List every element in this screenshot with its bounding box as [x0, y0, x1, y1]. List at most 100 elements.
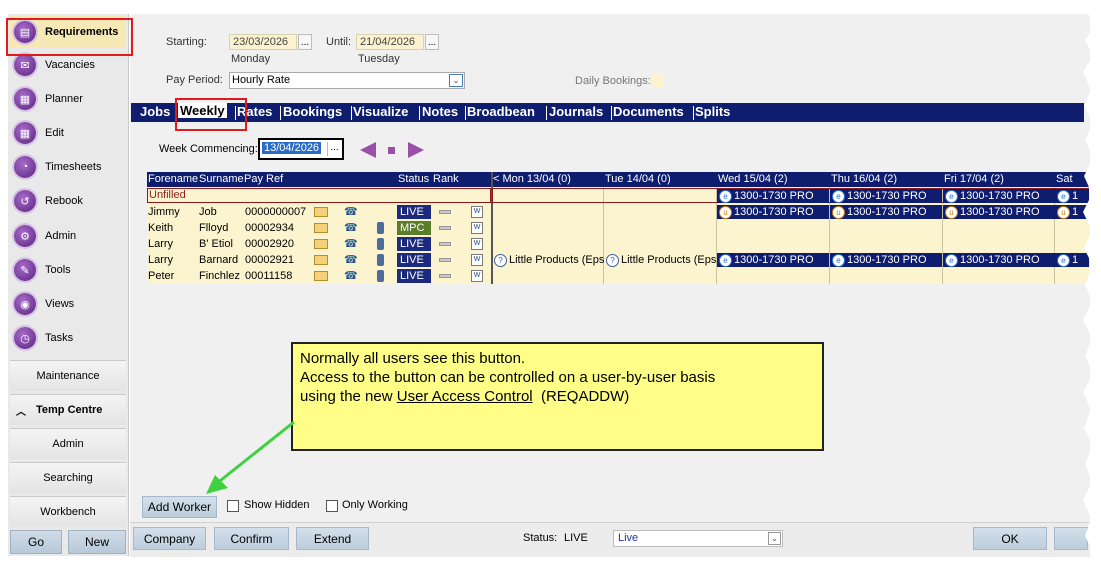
table-row[interactable]: Larry B' Etiol 00002920 ☎ LIVE W	[147, 236, 1089, 252]
user-access-control-link[interactable]: User Access Control	[397, 388, 533, 405]
add-worker-button[interactable]: Add Worker	[142, 496, 217, 518]
next-week-arrow-icon[interactable]	[408, 142, 424, 158]
sidebar-maintenance-button[interactable]: Maintenance	[10, 360, 126, 391]
unconfirmed-booking-icon: u	[945, 205, 958, 219]
week-date-picker-button[interactable]: ...	[327, 142, 341, 156]
table-row-unfilled[interactable]: Unfilled e 1300-1730 PRO e 1300-1730 PRO e…	[147, 188, 1089, 204]
tab-bookings[interactable]: Bookings	[283, 104, 342, 119]
table-row[interactable]: Larry Barnard 00002921 ☎ LIVE W ? Little …	[147, 252, 1089, 268]
document-icon[interactable]: W	[471, 254, 483, 266]
starting-date-field[interactable]: 23/03/2026	[229, 34, 297, 50]
shift-cell-fri[interactable]: e 1300-1730 PRO	[943, 253, 1055, 267]
sidebar-item-views[interactable]: ◉ Views	[10, 288, 126, 320]
column-forename[interactable]: Forename	[148, 173, 198, 185]
until-date-picker-button[interactable]: ...	[425, 34, 439, 50]
product-cell-tue[interactable]: ? Little Products (Epso	[604, 253, 716, 267]
email-icon[interactable]	[314, 271, 328, 281]
sidebar-item-edit[interactable]: ▦ Edit	[10, 117, 126, 149]
column-day-mon[interactable]: < Mon 13/04 (0)	[493, 173, 571, 185]
phone-icon[interactable]: ☎	[344, 270, 358, 282]
column-day-wed[interactable]: Wed 15/04 (2)	[718, 173, 788, 185]
until-date-field[interactable]: 21/04/2026	[356, 34, 424, 50]
pay-period-select[interactable]: Hourly Rate ⌄	[229, 72, 465, 89]
document-icon[interactable]: W	[471, 270, 483, 282]
chevron-up-icon: ︿	[16, 406, 26, 418]
views-icon: ◉	[14, 293, 36, 315]
sidebar-item-tools[interactable]: ✎ Tools	[10, 254, 126, 286]
sidebar-item-timesheets[interactable]: ◔ Timesheets	[10, 151, 126, 183]
company-button[interactable]: Company	[133, 527, 206, 550]
phone-icon[interactable]: ☎	[344, 254, 358, 266]
column-rank[interactable]: Rank	[433, 173, 459, 185]
new-button[interactable]: New	[68, 530, 126, 554]
email-icon[interactable]	[314, 223, 328, 233]
sidebar-admin-button[interactable]: Admin	[10, 428, 126, 459]
shift-cell-thu[interactable]: u 1300-1730 PRO	[830, 205, 942, 219]
shift-text: 1300-1730 PRO	[734, 190, 814, 202]
table-row[interactable]: Keith Flloyd 00002934 ☎ MPC W	[147, 220, 1089, 236]
phone-icon[interactable]: ☎	[344, 222, 358, 234]
extend-button[interactable]: Extend	[296, 527, 369, 550]
shift-cell-wed[interactable]: u 1300-1730 PRO	[717, 205, 829, 219]
shift-cell-thu[interactable]: e 1300-1730 PRO	[830, 189, 942, 203]
tab-splits[interactable]: Splits	[695, 104, 730, 119]
sidebar-item-tasks[interactable]: ◷ Tasks	[10, 322, 126, 354]
column-surname[interactable]: Surname	[199, 173, 244, 185]
chevron-down-icon[interactable]: ⌄	[768, 532, 781, 545]
stop-icon[interactable]	[388, 147, 395, 154]
torn-edge-decoration	[1083, 0, 1101, 569]
sidebar-temp-centre-header[interactable]: ︿ Temp Centre	[10, 394, 126, 425]
tab-visualize[interactable]: Visualize	[353, 104, 408, 119]
mobile-icon[interactable]	[377, 238, 384, 250]
shift-cell-fri[interactable]: e 1300-1730 PRO	[943, 189, 1055, 203]
column-day-fri[interactable]: Fri 17/04 (2)	[944, 173, 1004, 185]
column-day-tue[interactable]: Tue 14/04 (0)	[605, 173, 671, 185]
tab-broadbean[interactable]: Broadbean	[467, 104, 535, 119]
table-row[interactable]: Peter Finchlez 00011158 ☎ LIVE W	[147, 268, 1089, 284]
tab-bar: Jobs Weekly Rates Bookings Visualize Not…	[131, 103, 1084, 122]
show-hidden-checkbox[interactable]	[227, 500, 239, 512]
ok-button[interactable]: OK	[973, 527, 1047, 550]
mobile-icon[interactable]	[377, 270, 384, 282]
week-commencing-field[interactable]: 13/04/2026 ...	[258, 138, 344, 160]
mobile-icon[interactable]	[377, 254, 384, 266]
sidebar-item-admin[interactable]: ⚙ Admin	[10, 220, 126, 252]
tab-journals[interactable]: Journals	[549, 104, 603, 119]
document-icon[interactable]: W	[471, 238, 483, 250]
email-icon[interactable]	[314, 255, 328, 265]
shift-cell-thu[interactable]: e 1300-1730 PRO	[830, 253, 942, 267]
only-working-label: Only Working	[342, 499, 408, 511]
mobile-icon[interactable]	[377, 222, 384, 234]
tools-icon: ✎	[14, 259, 36, 281]
sidebar-workbench-button[interactable]: Workbench	[10, 496, 126, 527]
tab-documents[interactable]: Documents	[613, 104, 684, 119]
document-icon[interactable]: W	[471, 222, 483, 234]
sidebar-item-rebook[interactable]: ↺ Rebook	[10, 185, 126, 217]
shift-cell-wed[interactable]: e 1300-1730 PRO	[717, 189, 829, 203]
chevron-down-icon[interactable]: ⌄	[449, 74, 463, 87]
tab-notes[interactable]: Notes	[422, 104, 458, 119]
go-button[interactable]: Go	[10, 530, 62, 554]
starting-date-picker-button[interactable]: ...	[298, 34, 312, 50]
tasks-icon: ◷	[14, 327, 36, 349]
shift-cell-fri[interactable]: u 1300-1730 PRO	[943, 205, 1055, 219]
phone-icon[interactable]: ☎	[344, 206, 358, 218]
previous-week-arrow-icon[interactable]	[360, 142, 376, 158]
email-icon[interactable]	[314, 239, 328, 249]
phone-icon[interactable]: ☎	[344, 238, 358, 250]
column-status[interactable]: Status	[398, 173, 429, 185]
email-icon[interactable]	[314, 207, 328, 217]
unconfirmed-booking-icon: u	[1057, 205, 1070, 219]
tab-jobs[interactable]: Jobs	[140, 104, 170, 119]
sidebar-searching-button[interactable]: Searching	[10, 462, 126, 493]
product-cell-mon[interactable]: ? Little Products (Epso	[492, 253, 604, 267]
confirm-button[interactable]: Confirm	[214, 527, 289, 550]
only-working-checkbox[interactable]	[326, 500, 338, 512]
column-day-thu[interactable]: Thu 16/04 (2)	[831, 173, 897, 185]
sidebar-item-planner[interactable]: ▦ Planner	[10, 83, 126, 115]
status-select[interactable]: Live ⌄	[613, 530, 783, 547]
column-payref[interactable]: Pay Ref	[244, 173, 283, 185]
shift-cell-wed[interactable]: e 1300-1730 PRO	[717, 253, 829, 267]
document-icon[interactable]: W	[471, 206, 483, 218]
table-row[interactable]: Jimmy Job 0000000007 ☎ LIVE W u 1300-1730…	[147, 204, 1089, 220]
